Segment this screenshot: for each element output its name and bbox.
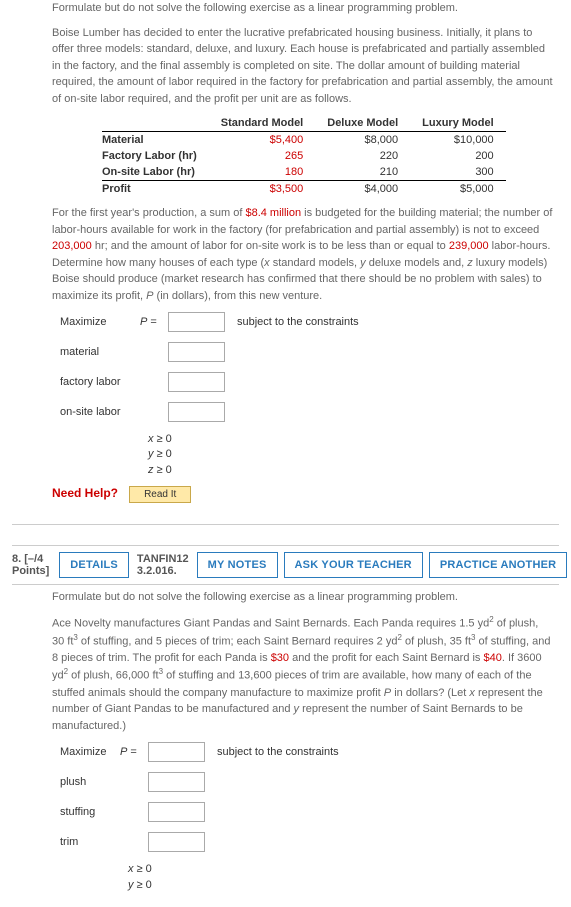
p2-subject-label: subject to the constraints bbox=[217, 746, 339, 758]
label-plush: plush bbox=[60, 776, 120, 788]
details-button[interactable]: DETAILS bbox=[59, 552, 129, 578]
row-profit: Profit bbox=[102, 181, 209, 198]
col-luxury: Luxury Model bbox=[410, 115, 506, 132]
label-trim: trim bbox=[60, 836, 120, 848]
p2-nonneg: x ≥ 0 y ≥ 0 bbox=[128, 862, 553, 893]
p1-table: Standard Model Deluxe Model Luxury Model… bbox=[102, 115, 506, 197]
practice-another-button[interactable]: PRACTICE ANOTHER bbox=[429, 552, 567, 578]
col-deluxe: Deluxe Model bbox=[315, 115, 410, 132]
p2-desc: Ace Novelty manufactures Giant Pandas an… bbox=[52, 614, 553, 734]
ask-teacher-button[interactable]: ASK YOUR TEACHER bbox=[284, 552, 423, 578]
p1-nonneg: x ≥ 0 y ≥ 0 z ≥ 0 bbox=[148, 432, 553, 478]
p1-para2: For the first year's production, a sum o… bbox=[52, 205, 553, 304]
p2-input-stuffing[interactable] bbox=[148, 802, 205, 822]
row-onsite: On-site Labor (hr) bbox=[102, 164, 209, 181]
col-standard: Standard Model bbox=[209, 115, 316, 132]
p1-input-objective[interactable] bbox=[168, 312, 225, 332]
p1-input-material[interactable] bbox=[168, 342, 225, 362]
p1-intro: Formulate but do not solve the following… bbox=[52, 0, 553, 17]
p2-input-plush[interactable] bbox=[148, 772, 205, 792]
p1-input-onsite[interactable] bbox=[168, 402, 225, 422]
row-factory: Factory Labor (hr) bbox=[102, 148, 209, 164]
label-stuffing: stuffing bbox=[60, 806, 120, 818]
p2-maximize-label: Maximize bbox=[60, 746, 120, 758]
q8-header: 8. [–/4 Points] DETAILS TANFIN12 3.2.016… bbox=[0, 546, 571, 584]
p2-input-trim[interactable] bbox=[148, 832, 205, 852]
label-material: material bbox=[60, 346, 140, 358]
read-it-button[interactable]: Read It bbox=[129, 486, 191, 503]
source-ref: TANFIN12 3.2.016. bbox=[137, 553, 189, 577]
p1-input-factory[interactable] bbox=[168, 372, 225, 392]
need-help-label: Need Help? bbox=[52, 486, 118, 500]
subject-label: subject to the constraints bbox=[237, 316, 359, 328]
maximize-label: Maximize bbox=[60, 316, 140, 328]
p2-intro: Formulate but do not solve the following… bbox=[52, 589, 553, 606]
label-factory: factory labor bbox=[60, 376, 140, 388]
p1-desc: Boise Lumber has decided to enter the lu… bbox=[52, 25, 553, 108]
q8-number: 8. [–/4 Points] bbox=[12, 553, 49, 577]
mynotes-button[interactable]: MY NOTES bbox=[197, 552, 278, 578]
row-material: Material bbox=[102, 132, 209, 149]
label-onsite: on-site labor bbox=[60, 406, 140, 418]
p2-input-objective[interactable] bbox=[148, 742, 205, 762]
